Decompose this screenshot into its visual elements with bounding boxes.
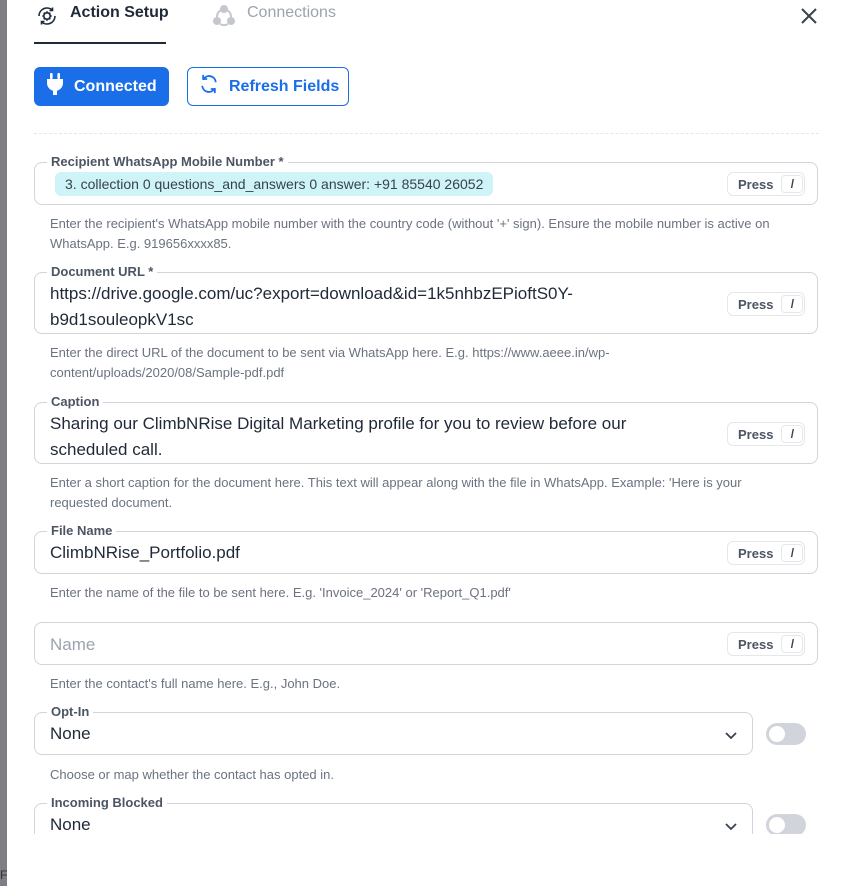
field-placeholder: Name <box>50 635 96 654</box>
field-value: ClimbNRise_Portfolio.pdf <box>50 543 240 562</box>
connected-label: Connected <box>74 77 157 95</box>
field-help-text: Enter the contact's full name here. E.g.… <box>50 676 341 691</box>
recipient-number-field[interactable]: Recipient WhatsApp Mobile Number * 3. co… <box>34 154 818 205</box>
gear-cycle-icon <box>34 3 60 29</box>
press-label: Press <box>738 545 774 561</box>
refresh-label: Refresh Fields <box>229 77 340 95</box>
connected-button[interactable]: Connected <box>34 67 169 106</box>
slash-key: / <box>781 635 804 653</box>
field-help-text: Enter the recipient's WhatsApp mobile nu… <box>50 216 770 251</box>
refresh-fields-button[interactable]: Refresh Fields <box>187 67 349 106</box>
file-name-field[interactable]: File Name ClimbNRise_Portfolio.pdf Press… <box>34 523 818 574</box>
field-label: Recipient WhatsApp Mobile Number * <box>47 154 288 170</box>
slash-key: / <box>781 544 804 562</box>
press-shortcut-hint: Press / <box>727 422 805 446</box>
background-strip: F <box>0 0 7 886</box>
field-label: Document URL * <box>47 264 158 280</box>
chevron-down-icon <box>725 732 737 740</box>
press-shortcut-hint: Press / <box>727 172 805 196</box>
press-label: Press <box>738 176 774 192</box>
press-shortcut-hint: Press / <box>727 292 805 316</box>
selected-value: None <box>50 724 91 743</box>
field-label: Caption <box>47 394 104 410</box>
tab-action-setup[interactable]: Action Setup <box>34 4 169 44</box>
slash-key: / <box>781 425 804 443</box>
field-value-line: https://drive.google.com/uc?export=downl… <box>50 284 573 303</box>
caption-field[interactable]: Caption Sharing our ClimbNRise Digital M… <box>34 394 818 464</box>
tab-label: Action Setup <box>70 4 169 21</box>
press-shortcut-hint: Press / <box>727 541 805 565</box>
toggle-knob <box>769 726 785 742</box>
active-tab-underline <box>34 42 166 44</box>
field-help-text: Choose or map whether the contact has op… <box>50 767 335 782</box>
press-label: Press <box>738 636 774 652</box>
tab-connections[interactable]: Connections <box>211 4 336 44</box>
field-value-line: scheduled call. <box>50 440 163 459</box>
field-value-line: b9d1souleopkV1sc <box>50 310 194 329</box>
close-icon[interactable] <box>799 6 819 26</box>
contact-name-field[interactable]: Name Press / <box>34 622 818 665</box>
opt-in-select[interactable]: Opt-In None <box>34 704 753 755</box>
section-divider <box>34 133 819 134</box>
plug-icon <box>46 73 64 100</box>
document-url-field[interactable]: Document URL * https://drive.google.com/… <box>34 264 818 334</box>
toggle-knob <box>769 817 785 833</box>
action-setup-panel: Action Setup Connections Connected Refre… <box>7 0 842 886</box>
field-label: Opt-In <box>47 704 94 720</box>
mapped-value-chip[interactable]: 3. collection 0 questions_and_answers 0 … <box>55 172 494 196</box>
press-label: Press <box>738 296 774 312</box>
field-help-text: Enter the direct URL of the document to … <box>50 345 610 380</box>
field-label: File Name <box>47 523 117 539</box>
slash-key: / <box>781 175 804 193</box>
chevron-down-icon <box>725 823 737 831</box>
press-shortcut-hint: Press / <box>727 632 805 656</box>
tab-label: Connections <box>247 4 336 21</box>
field-help-text: Enter the name of the file to be sent he… <box>50 585 511 600</box>
refresh-icon <box>199 74 219 99</box>
press-label: Press <box>738 426 774 442</box>
incoming-blocked-map-toggle[interactable] <box>766 814 806 836</box>
opt-in-map-toggle[interactable] <box>766 723 806 745</box>
connections-icon <box>211 3 237 29</box>
scroll-clip-area <box>7 834 842 886</box>
field-value-line: Sharing our ClimbNRise Digital Marketing… <box>50 414 627 433</box>
field-label: Incoming Blocked <box>47 795 167 811</box>
slash-key: / <box>781 295 804 313</box>
field-help-text: Enter a short caption for the document h… <box>50 475 742 510</box>
